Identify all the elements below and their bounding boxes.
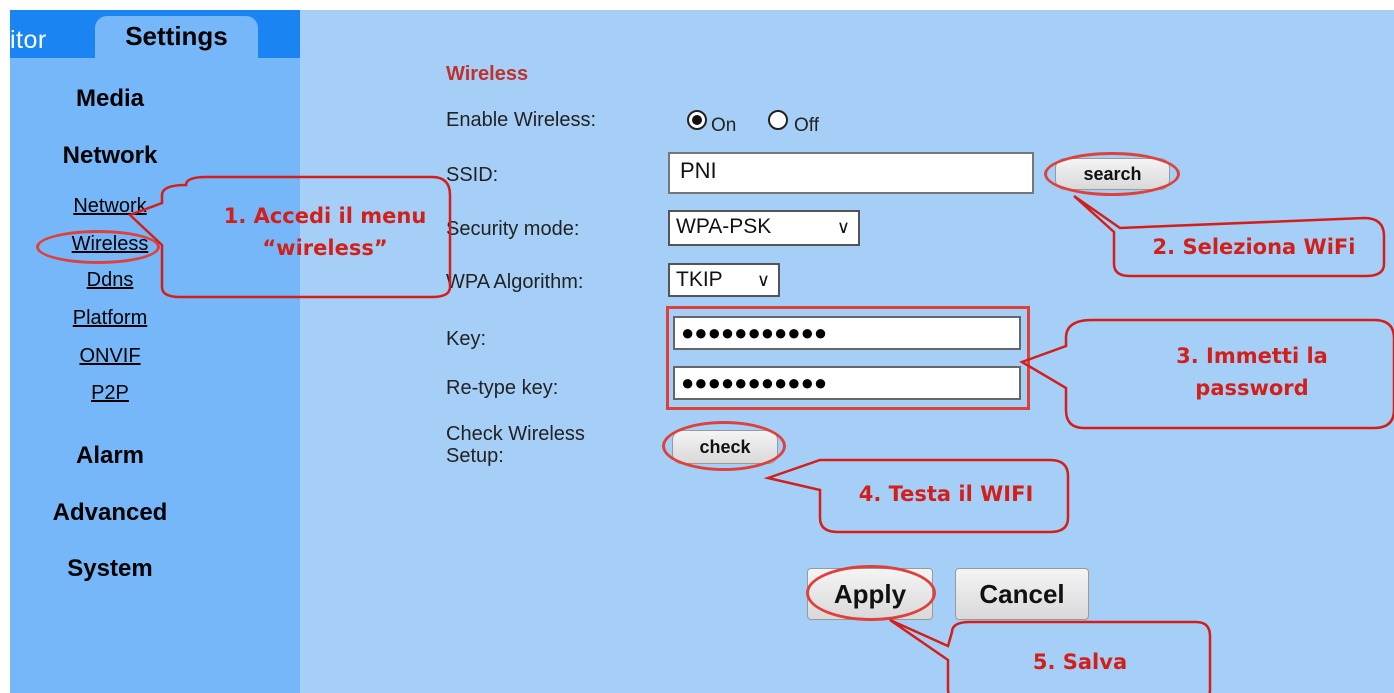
check-wireless-label-line1: Check Wireless — [446, 423, 585, 445]
key-label: Key: — [446, 328, 487, 350]
sidebar-item-media[interactable]: Media — [10, 85, 210, 113]
enable-wireless-label: Enable Wireless: — [446, 109, 597, 131]
security-mode-value: WPA-PSK — [676, 215, 772, 238]
sidebar-item-advanced[interactable]: Advanced — [10, 499, 210, 527]
wpa-algorithm-select[interactable]: TKIP ∨ — [668, 263, 780, 297]
callout-5: 5. Salva — [889, 618, 1212, 693]
ssid-label: SSID: — [446, 164, 499, 186]
callout-3-text: 3. Immetti la password — [1122, 340, 1382, 404]
wpa-algorithm-label: WPA Algorithm: — [446, 271, 584, 293]
security-mode-select[interactable]: WPA-PSK ∨ — [668, 210, 860, 246]
app-frame: itor Settings Media Network Network Wire… — [10, 10, 1394, 693]
tab-monitor[interactable]: itor — [10, 26, 47, 55]
sidebar-subitem-onvif[interactable]: ONVIF — [10, 345, 210, 368]
security-mode-label: Security mode: — [446, 218, 580, 240]
sidebar-item-network[interactable]: Network — [10, 142, 210, 170]
callout-2-text: 2. Seleziona WiFi — [1152, 235, 1356, 259]
check-wireless-label: Check Wireless Setup: — [446, 423, 585, 467]
chevron-down-icon: ∨ — [756, 270, 770, 290]
password-highlight — [666, 306, 1030, 410]
tab-settings[interactable]: Settings — [95, 16, 258, 60]
check-wireless-label-line2: Setup: — [446, 445, 504, 467]
callout-4-text: 4. Testa il WIFI — [858, 482, 1034, 506]
radio-off[interactable] — [768, 110, 788, 130]
sidebar-item-system[interactable]: System — [10, 555, 210, 583]
cancel-button[interactable]: Cancel — [955, 568, 1089, 620]
radio-on-label: On — [711, 115, 737, 136]
callout-5-text: 5. Salva — [1032, 650, 1128, 674]
chevron-down-icon: ∨ — [836, 217, 850, 237]
callout-1-text: 1. Accedi il menu “wireless” — [200, 200, 450, 264]
callout-1-line1: 1. Accedi il menu — [223, 204, 427, 228]
callout-1-line2: “wireless” — [262, 236, 388, 260]
callout-3-line1: 3. Immetti la — [1176, 344, 1328, 368]
callout-3-line2: password — [1195, 376, 1309, 400]
radio-on[interactable] — [687, 110, 707, 130]
callout-3: 3. Immetti la password — [1019, 318, 1394, 430]
search-highlight — [1044, 152, 1180, 196]
callout-4: 4. Testa il WIFI — [763, 458, 1070, 534]
tab-bar: itor Settings — [10, 10, 300, 60]
callout-1: 1. Accedi il menu “wireless” — [127, 175, 452, 315]
ssid-input[interactable]: PNI — [668, 152, 1034, 194]
radio-off-label: Off — [794, 115, 819, 136]
section-title: Wireless — [446, 63, 529, 85]
callout-2: 2. Seleziona WiFi — [1073, 194, 1386, 278]
sidebar-subitem-p2p[interactable]: P2P — [10, 382, 210, 405]
sidebar-item-alarm[interactable]: Alarm — [10, 442, 210, 470]
wpa-algorithm-value: TKIP — [676, 268, 723, 291]
retype-key-label: Re-type key: — [446, 377, 559, 399]
apply-highlight — [806, 565, 936, 621]
sidebar: Media Network Network Wireless Ddns Plat… — [10, 58, 300, 693]
